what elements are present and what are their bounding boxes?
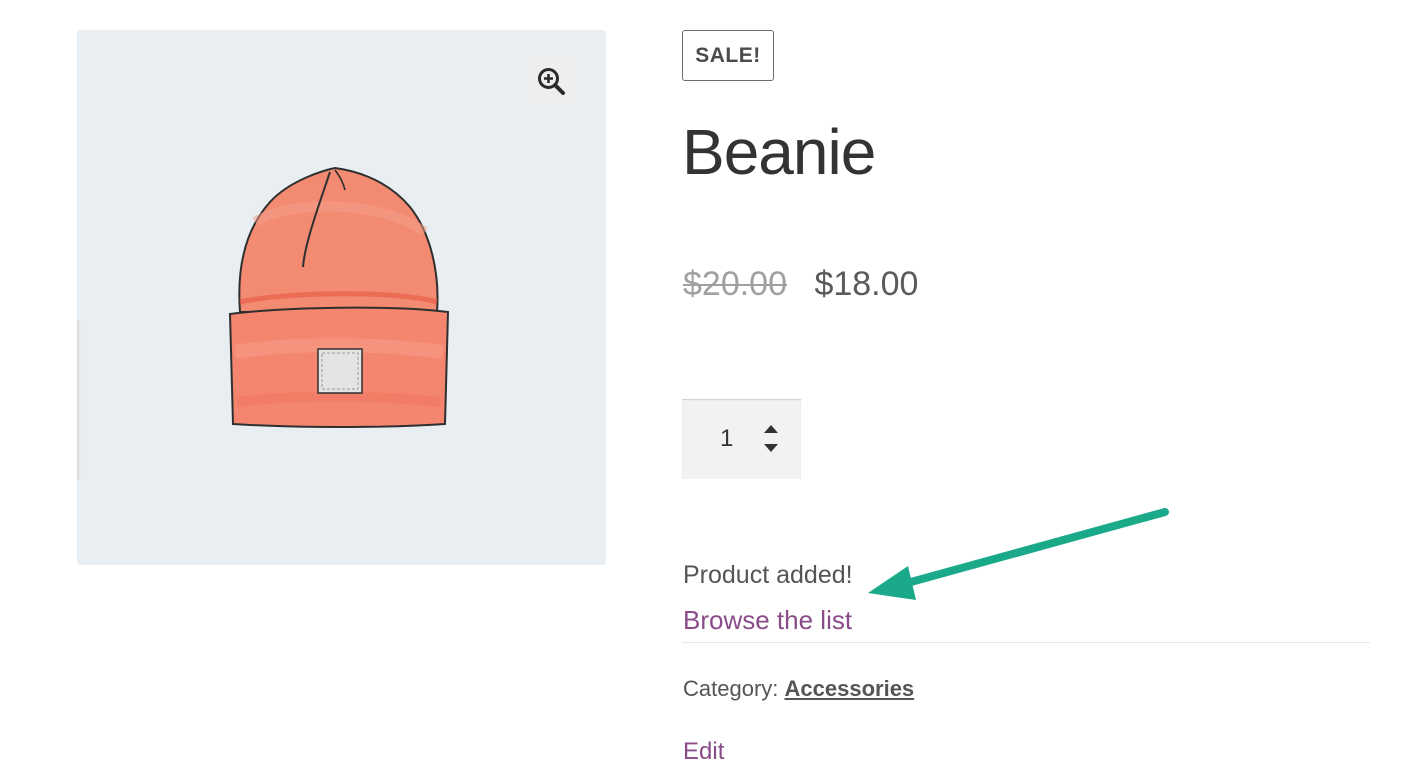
browse-wishlist-link[interactable]: Browse the list (683, 603, 852, 637)
product-price: $20.00 $18.00 (683, 262, 918, 306)
original-price: $20.00 (683, 265, 787, 303)
caret-up-icon[interactable] (763, 423, 779, 435)
edit-link[interactable]: Edit (683, 737, 724, 767)
zoom-in-icon (536, 66, 566, 101)
sale-price: $18.00 (814, 265, 919, 303)
category-link[interactable]: Accessories (785, 676, 915, 701)
product-gallery[interactable] (77, 30, 606, 565)
gallery-edge-shadow (77, 320, 81, 480)
product-meta: Category: Accessories (683, 675, 914, 703)
quantity-stepper[interactable]: 1 (682, 399, 801, 479)
quantity-input[interactable]: 1 (720, 423, 733, 455)
beanie-product-image (225, 162, 453, 432)
sale-badge: SALE! (682, 30, 774, 81)
wishlist-added-message: Product added! (683, 561, 853, 589)
product-title: Beanie (682, 116, 876, 188)
product-page: SALE! Beanie $20.00 $18.00 1 Product add… (0, 0, 1403, 773)
annotation-arrow (868, 508, 1169, 600)
divider (682, 642, 1370, 643)
caret-down-icon[interactable] (763, 442, 779, 454)
category-label: Category: (683, 676, 779, 701)
zoom-button[interactable] (523, 55, 579, 111)
